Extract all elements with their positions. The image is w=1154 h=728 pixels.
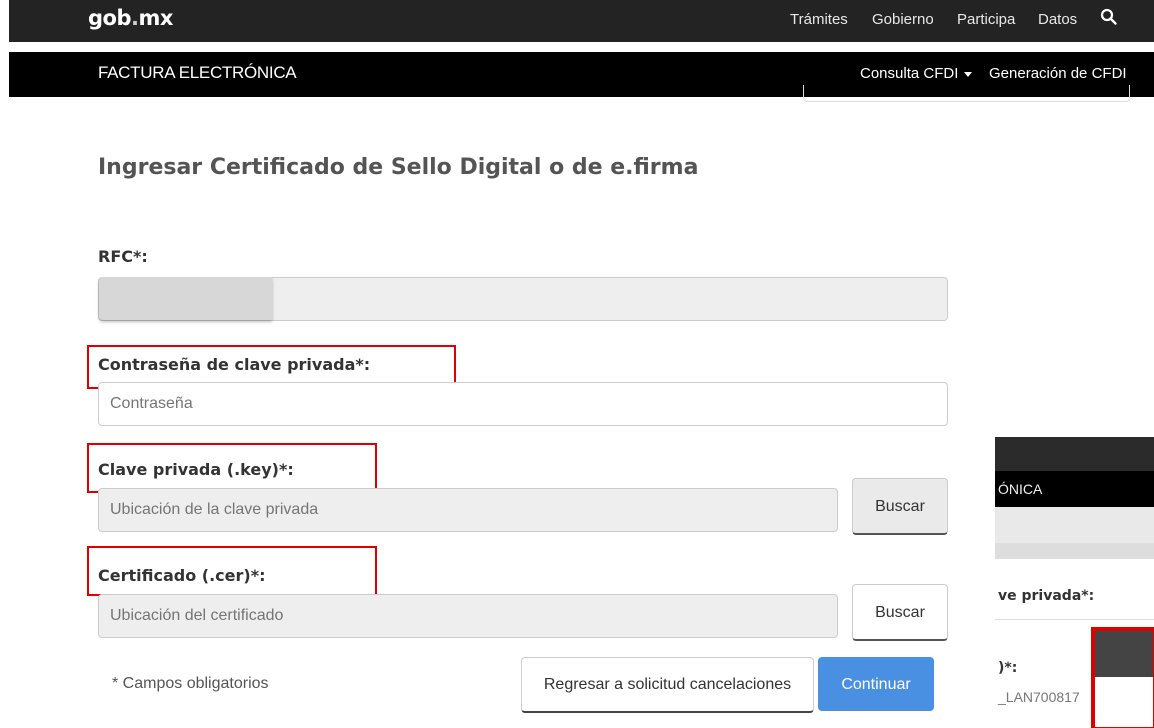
preview-divider [995,619,1154,620]
nav-gobierno[interactable]: Gobierno [872,11,934,28]
preview-section-title: ÓNICA [998,481,1043,497]
preview-key-label: )*: [998,660,1018,676]
section-title[interactable]: FACTURA ELECTRÓNICA [98,63,297,83]
rfc-label: RFC*: [98,247,148,266]
highlight-cer-label [87,546,377,596]
preview-topbar [995,437,1154,471]
continue-button[interactable]: Continuar [818,657,934,711]
menu-consulta-label: Consulta CFDI [860,65,959,82]
highlight-key-label [87,443,377,493]
key-search-button[interactable]: Buscar [852,478,948,535]
gobmx-logo[interactable]: gob.mx [88,6,173,30]
inset-preview: ÓNICA ve privada*: )*: _LAN700817 [995,437,1154,728]
preview-password-label: ve privada*: [998,588,1095,604]
menu-generacion-cfdi[interactable]: Generación de CFDI [989,65,1127,82]
preview-strip [995,507,1154,543]
page-title: Ingresar Certificado de Sello Digital o … [98,155,699,180]
required-note: * Campos obligatorios [112,675,269,692]
search-icon[interactable] [1100,8,1118,26]
back-button[interactable]: Regresar a solicitud cancelaciones [521,657,814,713]
cer-search-button[interactable]: Buscar [852,584,948,641]
nav-tramites[interactable]: Trámites [790,11,848,28]
nav-participa[interactable]: Participa [957,11,1015,28]
password-input[interactable] [98,382,948,426]
cer-path-input[interactable] [98,594,838,638]
nav-datos[interactable]: Datos [1038,11,1077,28]
dropdown-edge [803,85,1130,102]
rfc-redacted [99,277,272,320]
caret-down-icon [964,71,973,77]
preview-strip-2 [995,543,1154,559]
preview-highlight [1091,627,1154,728]
preview-key-value: _LAN700817 [998,689,1080,705]
key-path-input[interactable] [98,488,838,532]
menu-consulta-cfdi[interactable]: Consulta CFDI [860,65,973,82]
